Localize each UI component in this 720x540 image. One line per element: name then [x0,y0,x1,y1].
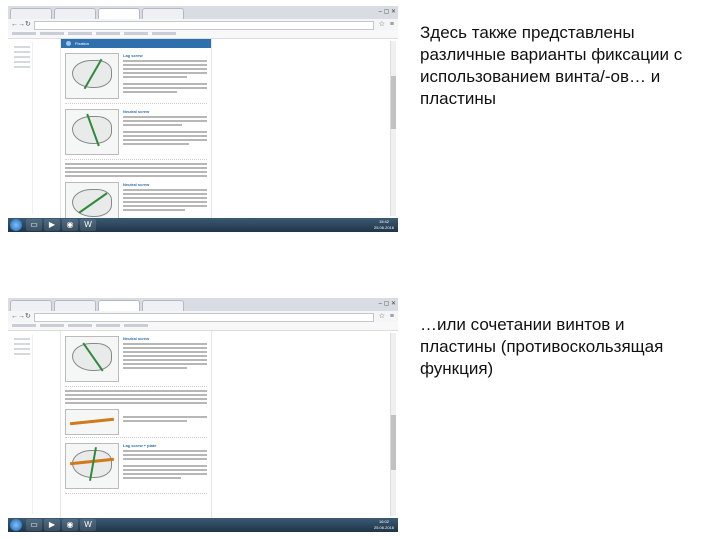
doc-section [65,407,207,438]
url-field[interactable] [34,21,374,30]
folder-icon[interactable]: ▭ [26,519,42,531]
bookmark[interactable] [96,324,120,327]
menu-icon[interactable]: ≡ [390,312,394,321]
scrollbar[interactable] [390,41,396,216]
section-header: Fixation [61,39,211,48]
system-clock: 15:42 25.06.2016 [374,219,394,231]
forward-arrow-icon[interactable]: → [18,20,25,29]
browser-tab[interactable] [10,8,52,19]
section-title: Neutral screw [123,109,150,114]
slide-caption-top: Здесь также представлены различные вариа… [420,23,683,108]
bookmark[interactable] [68,324,92,327]
windows-start-icon[interactable] [10,219,22,231]
browser-tab-bar: – ▢ ✕ [8,6,398,20]
window-controls[interactable]: – ▢ ✕ [379,300,396,307]
doc-section: Neutral screw [65,334,207,387]
fixation-illustration [65,409,119,435]
section-title: Neutral screw [123,182,150,187]
section-title: Lag screw + plate [123,443,157,448]
clock-date: 25.06.2016 [373,525,394,530]
bookmark[interactable] [124,32,148,35]
browser-tab-bar: – ▢ ✕ [8,298,398,312]
chrome-icon[interactable]: ◉ [62,219,78,231]
bookmark[interactable] [68,32,92,35]
forward-arrow-icon[interactable]: → [18,312,25,321]
reload-icon[interactable]: ↻ [25,20,31,29]
back-arrow-icon[interactable]: ← [11,20,18,29]
browser-tab[interactable] [142,300,184,311]
screenshot-top: – ▢ ✕ ← → ↻ ☆ ≡ Fixation Lag screw Neutr… [8,6,398,232]
browser-tab[interactable] [54,8,96,19]
word-icon[interactable]: W [80,219,96,231]
back-arrow-icon[interactable]: ← [11,312,18,321]
doc-section: Lag screw + plate [65,441,207,494]
fixation-illustration [65,109,119,155]
scroll-thumb[interactable] [391,415,396,471]
windows-start-icon[interactable] [10,519,22,531]
screenshot-bottom: – ▢ ✕ ← → ↻ ☆ ≡ Neutral screw Lag screw … [8,298,398,532]
slide-caption-bottom: …или сочетании винтов и пластины (против… [420,315,664,378]
fixation-illustration [65,336,119,382]
fixation-illustration [65,53,119,99]
bookmarks-bar [8,322,398,331]
browser-tab-active[interactable] [98,300,140,311]
star-icon[interactable]: ☆ [379,20,385,29]
page-sidebar [12,43,33,214]
section-title: Neutral screw [123,336,150,341]
bookmark[interactable] [152,32,176,35]
surgery-reference-document: Fixation Lag screw Neutral screw Neutral… [60,39,212,228]
folder-icon[interactable]: ▭ [26,219,42,231]
system-clock: 16:02 25.06.2016 [374,519,394,531]
bookmark[interactable] [40,32,64,35]
fixation-illustration [65,443,119,489]
bookmarks-bar [8,30,398,39]
bookmark[interactable] [124,324,148,327]
scroll-thumb[interactable] [391,76,396,129]
window-controls[interactable]: – ▢ ✕ [379,8,396,15]
browser-tab[interactable] [54,300,96,311]
bookmark[interactable] [12,324,36,327]
doc-section: Lag screw [65,51,207,104]
browser-tab-active[interactable] [98,8,140,19]
url-field[interactable] [34,313,374,322]
windows-taskbar: ▭ ▶ ◉ W 16:02 25.06.2016 [8,518,398,532]
browser-tab[interactable] [142,8,184,19]
doc-section: Neutral screw [65,107,207,160]
windows-taskbar: ▭ ▶ ◉ W 15:42 25.06.2016 [8,218,398,232]
clock-date: 25.06.2016 [373,225,394,230]
media-player-icon[interactable]: ▶ [44,519,60,531]
word-icon[interactable]: W [80,519,96,531]
page-content: Neutral screw Lag screw + plate [8,331,398,518]
media-player-icon[interactable]: ▶ [44,219,60,231]
browser-tab[interactable] [10,300,52,311]
surgery-reference-document: Neutral screw Lag screw + plate [60,331,212,518]
reload-icon[interactable]: ↻ [25,312,31,321]
page-sidebar [12,335,33,514]
bookmark[interactable] [40,324,64,327]
page-content: Fixation Lag screw Neutral screw Neutral… [8,39,398,228]
section-title: Lag screw [123,53,143,58]
menu-icon[interactable]: ≡ [390,20,394,29]
chrome-icon[interactable]: ◉ [62,519,78,531]
bookmark[interactable] [96,32,120,35]
bookmark[interactable] [12,32,36,35]
star-icon[interactable]: ☆ [379,312,385,321]
scrollbar[interactable] [390,333,396,516]
